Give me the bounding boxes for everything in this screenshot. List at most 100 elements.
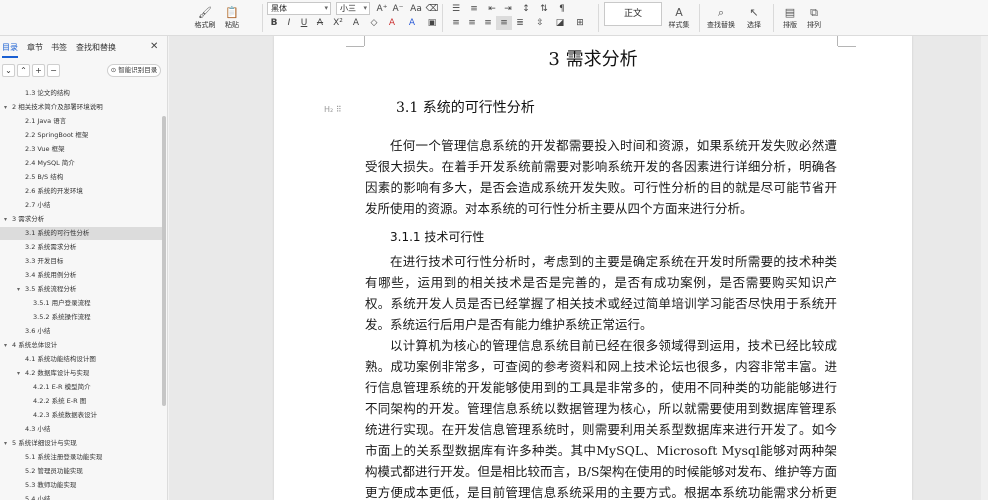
toc-item[interactable]: 4.1 系统功能结构设计图	[0, 353, 162, 366]
numbered-list-icon[interactable]: ≡	[466, 2, 482, 16]
outdent-icon[interactable]: ⇤	[484, 2, 500, 16]
toc-item[interactable]: ▾ 4 系统总体设计	[0, 339, 162, 352]
sort-icon[interactable]: ⇅	[536, 2, 552, 16]
style-gallery[interactable]: 正文	[604, 2, 662, 26]
strikethrough-button[interactable]: A	[312, 16, 328, 30]
tab-chapters[interactable]: 章节	[27, 42, 43, 53]
ribbon-toolbar: 🖌 格式刷 📋 粘贴 黑体 ▾ 小三 ▾ A⁺ A⁻ Aa ⌫ B I U A X²…	[0, 0, 988, 36]
font-name-select[interactable]: 黑体 ▾	[267, 2, 331, 15]
grow-font-button[interactable]: A⁺	[374, 2, 390, 16]
toc-item[interactable]: 5.1 系统注册登录功能实现	[0, 451, 162, 464]
chapter-heading: 3 需求分析	[548, 49, 638, 70]
select-button[interactable]: ↖ 选择	[742, 2, 766, 34]
crop-mark	[364, 36, 365, 46]
distribute-icon[interactable]: ≣	[512, 16, 528, 30]
toc-item[interactable]: 3.4 系统用例分析	[0, 269, 162, 282]
remove-heading-button[interactable]: −	[47, 64, 60, 77]
toc-item[interactable]: 3.6 小结	[0, 325, 162, 338]
char-border-icon[interactable]: ▣	[424, 16, 440, 30]
arrange-button[interactable]: ⧉ 排列	[802, 2, 826, 34]
bullet-list-icon[interactable]: ☰	[448, 2, 464, 16]
highlight-color-button[interactable]: A	[384, 16, 400, 30]
document-page[interactable]: 3 需求分析 H₂ ⠿ 3.1 系统的可行性分析 任何一个管理信息系统的开发都需…	[274, 36, 912, 500]
chevron-down-icon[interactable]: ▾	[4, 339, 7, 352]
font-size-select[interactable]: 小三 ▾	[336, 2, 370, 15]
toc-item[interactable]: 4.2.3 系统数据表设计	[0, 409, 162, 422]
toc-item[interactable]: ▾ 3.5 系统流程分析	[0, 283, 162, 296]
toc-item[interactable]: 3.2 系统需求分析	[0, 241, 162, 254]
chevron-down-icon[interactable]: ▾	[4, 101, 7, 114]
toc-item[interactable]: 5.3 教师功能实现	[0, 479, 162, 492]
toc-item[interactable]: 3.1 系统的可行性分析	[0, 227, 162, 240]
toc-item[interactable]: 2.3 Vue 框架	[0, 143, 162, 156]
bold-button[interactable]: B	[266, 16, 282, 30]
line-spacing-icon[interactable]: ↕	[518, 2, 534, 16]
font-color-button[interactable]: A	[404, 16, 420, 30]
chevron-down-icon[interactable]: ▾	[17, 367, 20, 380]
toc-list: 1.3 论文的结构 ▾ 2 相关技术简介及部署环境说明 2.1 Java 语言 2.2 …	[0, 87, 162, 500]
toc-item[interactable]: 3.5.2 系统操作流程	[0, 311, 162, 324]
toc-item[interactable]: 2.4 MySQL 简介	[0, 157, 162, 170]
change-case-button[interactable]: Aa	[408, 2, 424, 16]
format-painter-button[interactable]: 🖌 格式刷	[193, 2, 217, 34]
show-marks-icon[interactable]: ¶	[554, 2, 570, 16]
expand-all-button[interactable]: ⌄	[2, 64, 15, 77]
chevron-down-icon[interactable]: ▾	[4, 437, 7, 450]
align-right-icon[interactable]: ≡	[480, 16, 496, 30]
chevron-down-icon[interactable]: ▾	[17, 283, 20, 296]
style-set-button[interactable]: A 样式集	[667, 2, 691, 34]
smart-toc-button[interactable]: ⊙ 智能识别目录	[107, 64, 161, 77]
indent-icon[interactable]: ⇥	[500, 2, 516, 16]
add-heading-button[interactable]: +	[32, 64, 45, 77]
toc-item[interactable]: 5.2 管理员功能实现	[0, 465, 162, 478]
chevron-down-icon: ▾	[324, 4, 328, 12]
toc-item-label: 3.6 小结	[25, 327, 51, 335]
nav-scrollbar-thumb[interactable]	[162, 116, 166, 406]
eraser-icon[interactable]: ◇	[366, 16, 382, 30]
align-center-icon[interactable]: ≡	[464, 16, 480, 30]
toc-item[interactable]: 4.2.1 E-R 模型简介	[0, 381, 162, 394]
toc-item[interactable]: 2.1 Java 语言	[0, 115, 162, 128]
close-icon[interactable]: ✕	[150, 41, 158, 52]
collapse-all-button[interactable]: ⌃	[17, 64, 30, 77]
tab-bookmarks[interactable]: 书签	[51, 42, 67, 53]
toc-item[interactable]: 2.7 小结	[0, 199, 162, 212]
toc-item[interactable]: 5.4 小结	[0, 493, 162, 500]
toc-item[interactable]: ▾ 2 相关技术简介及部署环境说明	[0, 101, 162, 114]
search-icon: ⌕	[717, 6, 725, 19]
toc-toolbar: ⌄ ⌃ + − ⊙ 智能识别目录	[0, 64, 168, 82]
ribbon-divider	[442, 4, 443, 32]
shading-icon[interactable]: ◪	[552, 16, 568, 30]
superscript-button[interactable]: X²	[330, 16, 346, 30]
underline-button[interactable]: U	[296, 16, 312, 30]
toc-item-label: 3 需求分析	[12, 215, 45, 223]
toc-item[interactable]: 2.6 系统的开发环境	[0, 185, 162, 198]
tab-toc[interactable]: 目录	[2, 42, 18, 53]
align-left-icon[interactable]: ≡	[448, 16, 464, 30]
clear-format-icon[interactable]: ⌫	[424, 2, 440, 16]
char-effects-button[interactable]: A	[348, 16, 364, 30]
toc-item[interactable]: 4.3 小结	[0, 423, 162, 436]
chevron-down-icon[interactable]: ▾	[4, 213, 7, 226]
toc-item[interactable]: 4.2.2 系统 E-R 图	[0, 395, 162, 408]
find-replace-button[interactable]: ⌕ 查找替换	[707, 2, 735, 34]
paste-button[interactable]: 📋 粘贴	[220, 2, 244, 34]
borders-icon[interactable]: ⊞	[572, 16, 588, 30]
tab-find-replace[interactable]: 查找和替换	[76, 42, 116, 53]
toc-item-label: 4.2.3 系统数据表设计	[33, 411, 98, 419]
paragraph-spacing-icon[interactable]: ⇳	[532, 16, 548, 30]
toc-item[interactable]: 3.3 开发目标	[0, 255, 162, 268]
document-scrollbar[interactable]	[981, 36, 988, 500]
toc-item[interactable]: ▾ 5 系统详细设计与实现	[0, 437, 162, 450]
toc-item[interactable]: 2.5 B/S 结构	[0, 171, 162, 184]
toc-item[interactable]: 3.5.1 用户登录流程	[0, 297, 162, 310]
justify-icon[interactable]: ≡	[496, 16, 512, 30]
layout-button[interactable]: ▤ 排版	[778, 2, 802, 34]
toc-item[interactable]: 2.2 SpringBoot 框架	[0, 129, 162, 142]
toc-item[interactable]: ▾ 3 需求分析	[0, 213, 162, 226]
shrink-font-button[interactable]: A⁻	[390, 2, 406, 16]
toc-item[interactable]: ▾ 4.2 数据库设计与实现	[0, 367, 162, 380]
toc-item[interactable]: 1.3 论文的结构	[0, 87, 162, 100]
italic-button[interactable]: I	[281, 16, 297, 30]
heading-level-marker[interactable]: H₂ ⠿	[324, 105, 342, 114]
